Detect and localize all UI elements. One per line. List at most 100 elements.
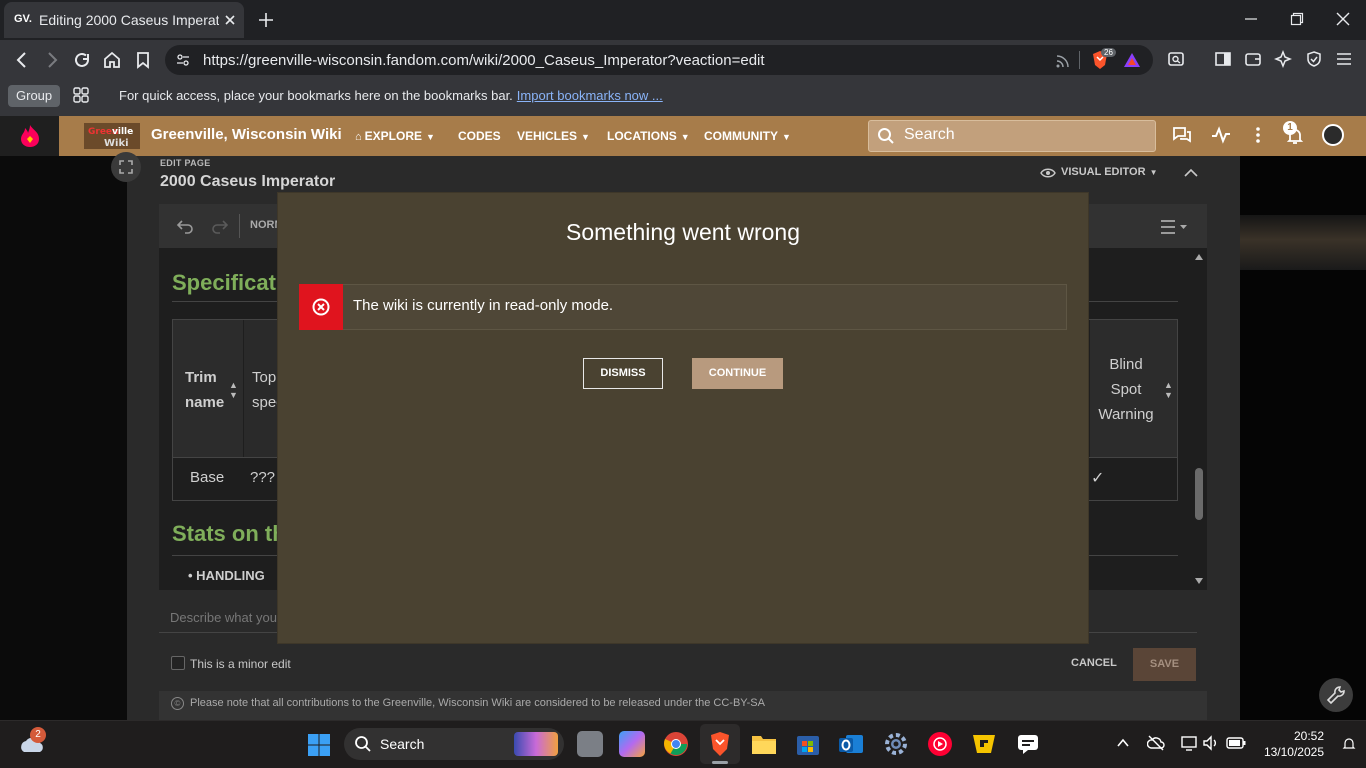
eye-icon [1040,166,1056,180]
chrome-icon[interactable] [663,731,689,757]
wiki-logo[interactable]: Green ville Wiki [84,123,140,149]
chat-app-icon[interactable] [1016,732,1040,756]
tab-close-icon[interactable] [222,12,238,28]
more-options-icon[interactable] [1249,126,1267,144]
license-text: Please note that all contributions to th… [190,697,765,709]
list-item-handling: • HANDLING [188,568,265,583]
nav-vehicles[interactable]: VEHICLES ▼ [517,129,590,143]
restore-icon[interactable] [1290,12,1304,26]
tab-title: Editing 2000 Caseus Imperator | Greenvil… [39,12,219,28]
svg-text:ville: ville [112,127,133,137]
nav-vehicles-label: VEHICLES [517,129,578,143]
list-item-handling-text: HANDLING [196,568,265,583]
cancel-button[interactable]: CANCEL [1071,657,1117,669]
discussions-icon[interactable] [1172,126,1192,144]
wiki-search-placeholder: Search [904,126,955,143]
file-explorer-icon[interactable] [751,732,777,756]
notification-center-icon[interactable] [1342,737,1356,751]
minor-edit-label: This is a minor edit [190,657,291,671]
sort-icon[interactable]: ▲ ▼ [1164,380,1173,400]
nav-explore[interactable]: ⌂ EXPLORE ▼ [355,129,435,143]
chevron-down-icon: ▼ [782,132,791,142]
activity-icon[interactable] [1211,126,1231,144]
table-header-top-speed[interactable]: Top spec [244,320,280,457]
nav-codes[interactable]: CODES [458,129,501,143]
chevron-down-icon: ▼ [426,132,435,142]
search-icon [877,127,895,145]
shields-count: 26 [1101,48,1116,57]
dialog-title: Something went wrong [566,219,800,245]
search-icon [354,735,372,753]
table-header-top-label: Top spec [252,369,280,411]
bookmark-group[interactable]: Group [8,85,61,107]
bookmarks-prompt: For quick access, place your bookmarks h… [119,88,663,103]
bookmark-icon[interactable] [133,50,153,70]
leo-ai-icon[interactable] [1274,50,1292,68]
site-info-icon[interactable] [176,53,190,67]
clock-date[interactable]: 13/10/2025 [1254,745,1324,759]
reload-icon[interactable] [72,50,92,70]
back-icon[interactable] [12,50,32,70]
new-tab-icon[interactable] [256,10,276,30]
nav-locations[interactable]: LOCATIONS ▼ [607,129,690,143]
brave-icon[interactable] [708,731,732,757]
fullscreen-button[interactable] [111,152,141,182]
tab-groups-icon[interactable] [72,86,90,104]
edit-summary-input[interactable]: Describe what you [170,610,277,625]
sidebar-icon[interactable] [1214,50,1232,68]
svg-text:Wiki: Wiki [104,138,129,149]
save-button[interactable]: SAVE [1133,648,1196,681]
collapse-chevron-icon[interactable] [1182,166,1200,180]
reader-mode-icon[interactable] [1167,50,1185,68]
vpn-shield-icon[interactable] [1305,50,1323,68]
network-icon[interactable] [1180,735,1198,751]
redo-icon[interactable] [210,216,230,236]
menu-icon[interactable] [1335,50,1353,68]
explore-icon: ⌂ [355,131,362,143]
wiki-name[interactable]: Greenville, Wisconsin Wiki [151,126,342,143]
volume-icon[interactable] [1202,735,1220,751]
undo-icon[interactable] [175,216,195,236]
home-icon[interactable] [102,50,122,70]
onedrive-offline-icon[interactable] [1147,735,1165,751]
scrollbar-thumb[interactable] [1195,468,1203,520]
outlook-icon[interactable] [838,731,864,757]
continue-button[interactable]: CONTINUE [692,358,783,389]
content-scrollbar[interactable] [1191,248,1207,590]
windows-start-icon[interactable] [307,733,331,757]
tab-favicon: GV. [14,13,32,25]
microsoft-store-icon[interactable] [795,732,821,756]
editor-mode-switch[interactable]: VISUAL EDITOR ▼ [1061,166,1157,178]
clock-time[interactable]: 20:52 [1274,729,1324,743]
sort-icon[interactable]: ▲ ▼ [229,380,238,400]
user-avatar[interactable] [1322,124,1344,146]
minimize-icon[interactable] [1244,12,1258,26]
wallet-icon[interactable] [1244,50,1262,68]
task-view-icon[interactable] [577,731,603,757]
rss-icon[interactable] [1055,53,1071,69]
show-hidden-icons-chevron[interactable] [1116,736,1130,750]
browser-tab-active[interactable]: GV. Editing 2000 Caseus Imperator | Gree… [4,2,244,38]
toolbar-divider [239,214,240,238]
forward-icon[interactable] [42,50,62,70]
window-close-icon[interactable] [1336,12,1350,26]
page-title: 2000 Caseus Imperator [160,173,336,190]
youtube-music-icon[interactable] [927,731,953,757]
table-cell-blind-spot: ✓ [1091,470,1105,487]
wrench-icon[interactable] [1319,678,1353,712]
fandom-logo-icon[interactable] [19,124,41,148]
copilot-icon[interactable] [619,731,645,757]
search-highlight-image [514,732,558,756]
import-bookmarks-link[interactable]: Import bookmarks now ... [517,88,663,103]
url-text[interactable]: https://greenville-wisconsin.fandom.com/… [203,52,765,69]
game-launcher-icon[interactable] [971,731,997,757]
battery-icon[interactable] [1226,736,1246,750]
background-art [1240,215,1366,270]
nav-community[interactable]: COMMUNITY ▼ [704,129,791,143]
settings-gear-icon[interactable] [883,731,909,757]
dismiss-button[interactable]: DISMISS [583,358,663,389]
nav-community-label: COMMUNITY [704,129,778,143]
editor-menu-icon[interactable] [1160,219,1188,235]
minor-edit-checkbox[interactable] [171,656,185,670]
brave-rewards-icon[interactable] [1123,51,1141,69]
